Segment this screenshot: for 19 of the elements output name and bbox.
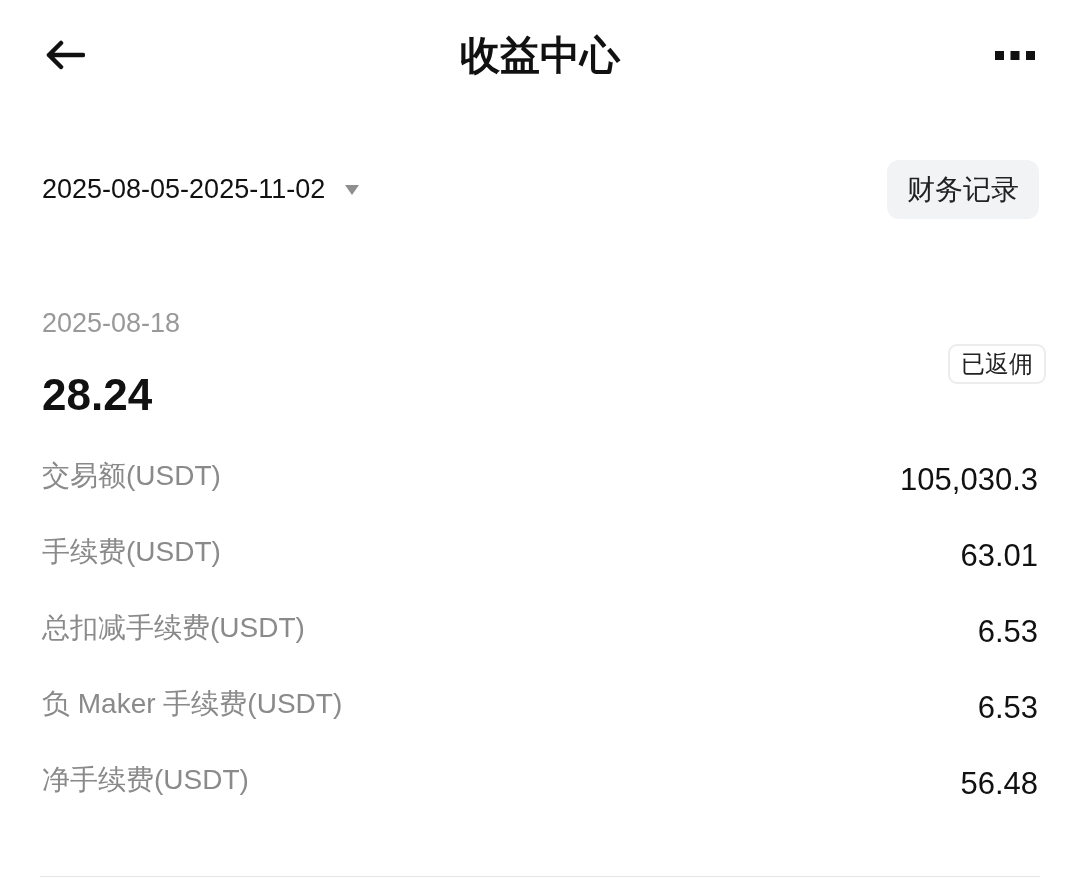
detail-value: 63.01 <box>960 538 1038 574</box>
detail-value: 6.53 <box>977 614 1038 650</box>
detail-value: 6.53 <box>977 690 1038 726</box>
detail-label: 手续费(USDT) <box>42 535 221 569</box>
financial-records-button[interactable]: 财务记录 <box>887 160 1039 219</box>
detail-label: 净手续费(USDT) <box>42 763 249 797</box>
detail-value: 105,030.3 <box>900 462 1038 498</box>
more-icon <box>995 50 1035 60</box>
status-badge: 已返佣 <box>948 343 1046 384</box>
date-range-selector[interactable]: 2025-08-05-2025-11-02 <box>42 174 360 205</box>
dropdown-caret-icon <box>345 184 360 195</box>
detail-value: 56.48 <box>960 766 1038 802</box>
detail-label: 交易额(USDT) <box>42 459 221 493</box>
detail-label: 总扣减手续费(USDT) <box>42 611 305 645</box>
page-title: 收益中心 <box>460 32 620 79</box>
rebate-amount: 28.24 <box>42 369 154 421</box>
back-arrow-icon <box>45 40 85 70</box>
detail-label: 负 Maker 手续费(USDT) <box>42 687 343 721</box>
record-date: 2025-08-18 <box>42 307 181 340</box>
